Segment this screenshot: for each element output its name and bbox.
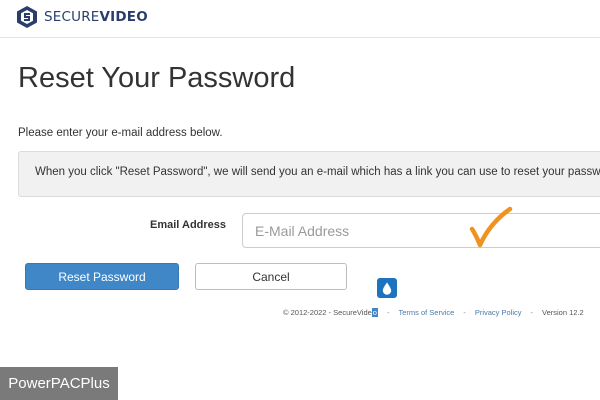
copyright-text: © 2012-2022 - SecureVideo [283, 308, 378, 317]
text-cursor-highlight: o [371, 308, 378, 317]
version-text: Version 12.2 [542, 308, 584, 317]
privacy-policy-link[interactable]: Privacy Policy [475, 308, 522, 317]
reset-password-button[interactable]: Reset Password [25, 263, 179, 290]
footer-separator: - [530, 308, 534, 317]
water-drop-icon[interactable] [377, 278, 397, 298]
info-box: When you click "Reset Password", we will… [18, 151, 600, 197]
email-label: Email Address [150, 219, 227, 231]
shield-logo-icon [17, 6, 37, 28]
page-title: Reset Your Password [18, 62, 296, 94]
info-message: When you click "Reset Password", we will… [35, 166, 600, 178]
securevideo-logo[interactable]: SECUREVIDEO [16, 5, 148, 29]
cancel-button[interactable]: Cancel [195, 263, 347, 290]
terms-of-service-link[interactable]: Terms of Service [398, 308, 454, 317]
footer-separator: - [463, 308, 466, 317]
instruction-text: Please enter your e-mail address below. [18, 127, 223, 139]
top-navbar: SECUREVIDEO [0, 0, 600, 38]
watermark-label: PowerPACPlus [0, 367, 118, 400]
checkmark-icon [469, 206, 513, 248]
footer-separator: - [386, 308, 390, 317]
email-input[interactable] [242, 213, 600, 248]
footer: © 2012-2022 - SecureVideo - Terms of Ser… [283, 308, 584, 317]
logo-wordmark: SECUREVIDEO [44, 9, 148, 25]
